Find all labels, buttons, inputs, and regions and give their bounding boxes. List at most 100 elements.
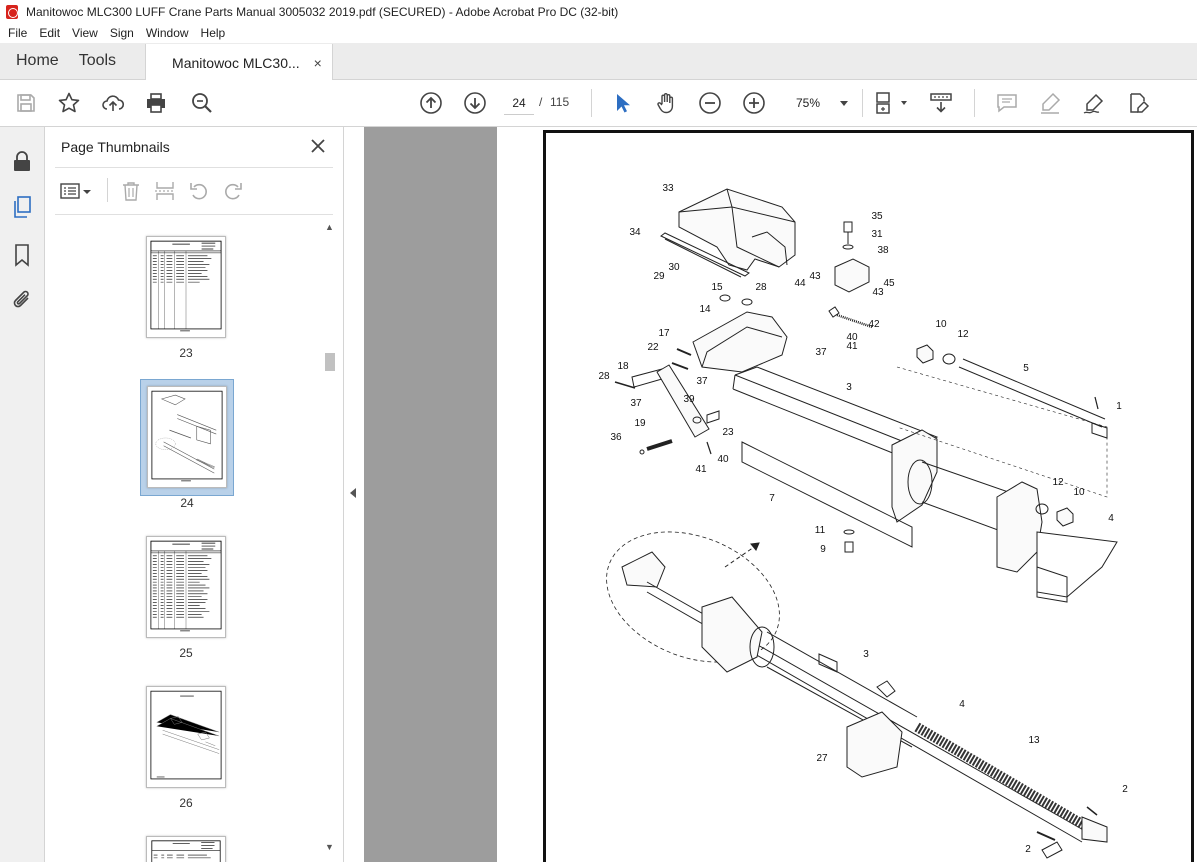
attachments-icon[interactable] <box>10 288 34 312</box>
hand-icon[interactable] <box>654 91 678 115</box>
thumbnail-page-25[interactable] <box>146 536 226 638</box>
thumbnail-label: 24 <box>180 496 194 510</box>
parts-list-preview <box>150 540 222 632</box>
page-number-input[interactable] <box>504 91 534 115</box>
toolbar-divider <box>974 89 975 117</box>
rotate-clockwise-icon[interactable] <box>222 180 244 202</box>
thumbnail-label: 25 <box>179 646 193 660</box>
page-up-icon[interactable] <box>419 91 443 115</box>
zoom-in-icon[interactable] <box>742 91 766 115</box>
parts-list-preview <box>151 840 221 862</box>
left-navigation-rail <box>0 127 45 862</box>
acrobat-app-icon <box>6 4 18 19</box>
delete-page-icon[interactable] <box>120 180 142 202</box>
lock-icon[interactable] <box>10 149 34 173</box>
page-layout-icon[interactable] <box>874 91 910 115</box>
comment-icon[interactable] <box>995 91 1019 115</box>
callout-label: 3 <box>846 382 852 393</box>
scroll-mode-icon[interactable] <box>929 91 953 115</box>
toolbar-divider <box>107 178 108 202</box>
zoom-value: 75% <box>796 96 821 110</box>
menu-window[interactable]: Window <box>140 26 195 40</box>
edit-pdf-icon[interactable] <box>1126 91 1150 115</box>
callout-label: 3 <box>863 649 869 660</box>
callout-label: 4 <box>959 699 965 710</box>
thumbnail-page-24[interactable] <box>147 386 227 488</box>
menu-bar: File Edit View Sign Window Help <box>0 23 1197 43</box>
thumbnail-page-23[interactable] <box>146 236 226 338</box>
callout-label: 42 <box>868 319 880 330</box>
callout-label: 30 <box>668 262 680 273</box>
highlight-icon[interactable] <box>1038 91 1062 115</box>
tab-bar: Home Tools Manitowoc MLC30... × <box>0 43 1197 81</box>
zoom-out-icon[interactable] <box>698 91 722 115</box>
document-viewer[interactable]: 33 35 34 31 38 30 29 43 44 45 43 15 28 1… <box>364 127 1197 862</box>
bookmarks-icon[interactable] <box>10 243 34 267</box>
thumbnails-scrollbar[interactable]: ▲ ▼ <box>322 216 338 862</box>
callout-label: 23 <box>722 427 734 438</box>
tab-document-label: Manitowoc MLC30... <box>172 54 300 71</box>
scroll-up-icon[interactable]: ▲ <box>325 222 334 232</box>
menu-edit[interactable]: Edit <box>33 26 66 40</box>
extract-page-icon[interactable] <box>154 180 176 202</box>
zoom-select[interactable]: 75% <box>786 92 852 114</box>
thumbnails-list[interactable]: 23 24 25 26 ▲ ▼ <box>45 216 343 862</box>
callout-label: 2 <box>1122 784 1128 795</box>
close-tab-icon[interactable]: × <box>314 55 322 71</box>
save-icon[interactable] <box>14 91 38 115</box>
thumbnail-options-icon[interactable] <box>59 180 93 202</box>
scrollbar-thumb[interactable] <box>325 353 335 371</box>
toolbar-divider <box>591 89 592 117</box>
scroll-down-icon[interactable]: ▼ <box>325 842 334 852</box>
thumbnail-page-26[interactable] <box>146 686 226 788</box>
callout-label: 10 <box>935 319 947 330</box>
page-thumbnails-panel: Page Thumbnails 23 24 25 26 ▲ ▼ <box>45 127 343 862</box>
select-cursor-icon[interactable] <box>610 91 634 115</box>
chevron-down-icon <box>840 100 848 106</box>
callout-label: 37 <box>696 376 708 387</box>
sign-icon[interactable] <box>1082 91 1106 115</box>
toolbar-divider <box>862 89 863 117</box>
callout-label: 15 <box>711 282 723 293</box>
thumbnail-page-partial[interactable] <box>146 836 226 862</box>
print-icon[interactable] <box>144 91 168 115</box>
tab-home[interactable]: Home <box>0 43 75 79</box>
callout-label: 29 <box>653 271 665 282</box>
callout-label: 19 <box>634 418 646 429</box>
window-title: Manitowoc MLC300 LUFF Crane Parts Manual… <box>26 4 619 19</box>
callout-label: 28 <box>598 371 610 382</box>
panel-title: Page Thumbnails <box>61 139 170 155</box>
callout-label: 13 <box>1028 735 1040 746</box>
close-icon[interactable] <box>309 137 327 155</box>
menu-help[interactable]: Help <box>195 26 232 40</box>
callout-label: 39 <box>683 394 695 405</box>
menu-file[interactable]: File <box>2 26 33 40</box>
callout-label: 34 <box>629 227 641 238</box>
tab-tools[interactable]: Tools <box>75 43 132 79</box>
callout-label: 41 <box>846 341 858 352</box>
callout-label: 27 <box>816 753 828 764</box>
callout-label: 7 <box>769 493 775 504</box>
find-zoom-icon[interactable] <box>190 91 214 115</box>
rotate-counterclockwise-icon[interactable] <box>188 180 210 202</box>
tab-document[interactable]: Manitowoc MLC30... × <box>145 44 333 81</box>
collapse-panel-icon[interactable] <box>350 488 356 498</box>
callout-label: 45 <box>883 278 895 289</box>
callout-label: 37 <box>815 347 827 358</box>
callout-label: 17 <box>658 328 670 339</box>
main-toolbar: / 115 75% <box>0 80 1197 127</box>
panel-collapse-strip <box>343 127 364 862</box>
upload-icon[interactable] <box>101 91 125 115</box>
menu-view[interactable]: View <box>66 26 104 40</box>
callout-label: 33 <box>662 183 674 194</box>
title-bar: Manitowoc MLC300 LUFF Crane Parts Manual… <box>0 0 1197 23</box>
callout-label: 43 <box>872 287 884 298</box>
callout-label: 28 <box>755 282 767 293</box>
callout-label: 9 <box>820 544 826 555</box>
menu-sign[interactable]: Sign <box>104 26 140 40</box>
callout-label: 12 <box>1052 477 1064 488</box>
page-down-icon[interactable] <box>463 91 487 115</box>
callout-label: 22 <box>647 342 659 353</box>
bookmark-star-icon[interactable] <box>57 91 81 115</box>
page-thumbnails-icon[interactable] <box>10 195 34 219</box>
